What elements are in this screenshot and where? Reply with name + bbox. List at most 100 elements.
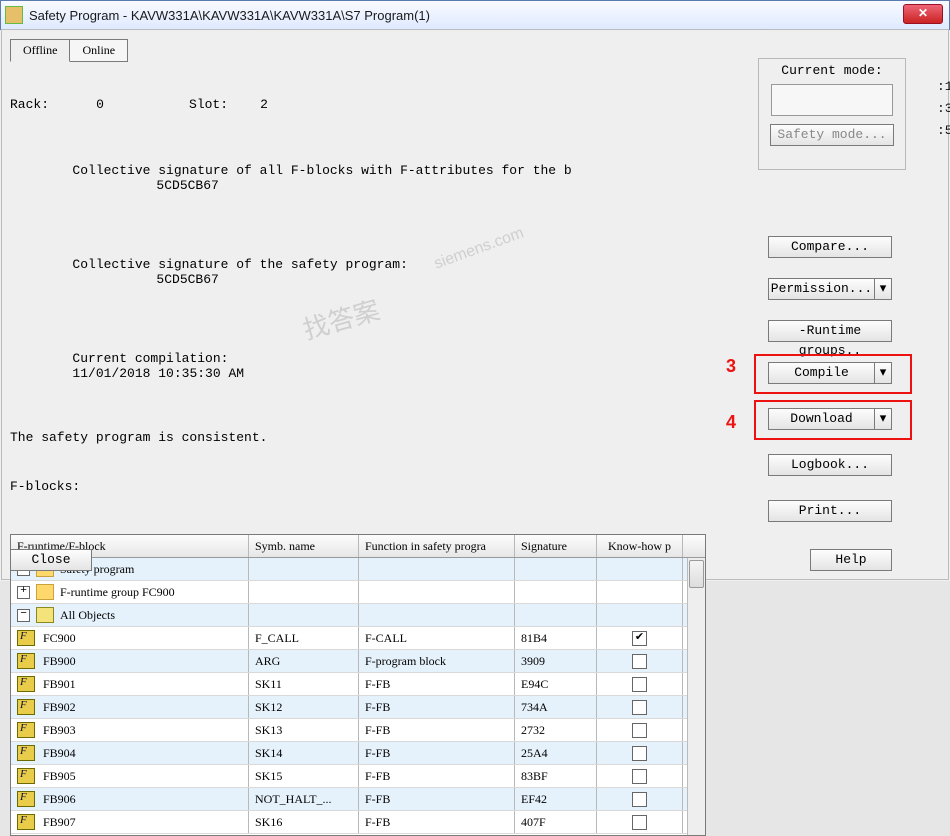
runtime-groups-button[interactable]: -Runtime groups..: [768, 320, 892, 342]
download-button[interactable]: Download▾: [768, 408, 892, 430]
signature: 3909: [515, 650, 597, 672]
permission-button[interactable]: Permission...▾: [768, 278, 892, 300]
knowhow-checkbox[interactable]: [632, 792, 647, 807]
symb-name: NOT_HALT_...: [249, 788, 359, 810]
fblock-icon: [17, 676, 35, 692]
rack-label: Rack:: [10, 97, 49, 112]
header-symname[interactable]: Symb. name: [249, 535, 359, 557]
slot-value: 2: [236, 97, 292, 112]
sig-safety-value: 5CD5CB67: [156, 272, 218, 287]
table-row[interactable]: FB906NOT_HALT_...F-FBEF42: [11, 788, 705, 811]
safety-mode-button[interactable]: Safety mode...: [770, 124, 894, 146]
logbook-button[interactable]: Logbook...: [768, 454, 892, 476]
knowhow-checkbox[interactable]: [632, 746, 647, 761]
bg-line: :36 F: [937, 98, 950, 120]
window-close-icon[interactable]: ✕: [903, 4, 943, 24]
block-name: FB901: [43, 677, 76, 692]
table-row[interactable]: FB907SK16F-FB407F: [11, 811, 705, 834]
knowhow-checkbox[interactable]: [632, 654, 647, 669]
function: F-FB: [359, 811, 515, 833]
dropdown-icon[interactable]: ▾: [874, 409, 891, 429]
knowhow-checkbox[interactable]: [632, 700, 647, 715]
symb-name: SK14: [249, 742, 359, 764]
window-titlebar[interactable]: Safety Program - KAVW331A\KAVW331A\KAVW3…: [0, 0, 950, 30]
fblock-icon: [17, 814, 35, 830]
annotation-4: 4: [726, 412, 736, 433]
knowhow-checkbox[interactable]: [632, 769, 647, 784]
knowhow-checkbox[interactable]: [632, 723, 647, 738]
function: F-FB: [359, 673, 515, 695]
compare-button[interactable]: Compare...: [768, 236, 892, 258]
block-name: FB904: [43, 746, 76, 761]
header-function[interactable]: Function in safety progra: [359, 535, 515, 557]
dropdown-icon[interactable]: ▾: [874, 363, 891, 383]
folder-icon: [36, 607, 54, 623]
table-row[interactable]: FC900F_CALLF-CALL81B4✔: [11, 627, 705, 650]
signature: 407F: [515, 811, 597, 833]
fblock-icon: [17, 745, 35, 761]
table-row[interactable]: FB901SK11F-FBE94C: [11, 673, 705, 696]
symb-name: SK11: [249, 673, 359, 695]
sig-safety-label: Collective signature of the safety progr…: [72, 257, 532, 272]
grid-body: −Safety program +F-runtime group FC900 −…: [11, 558, 705, 835]
compilation-value: 11/01/2018 10:35:30 AM: [72, 366, 244, 381]
table-row[interactable]: FB903SK13F-FB2732: [11, 719, 705, 742]
table-row[interactable]: FB904 SK14F-FB25A4: [11, 742, 705, 765]
print-button[interactable]: Print...: [768, 500, 892, 522]
symb-name: ARG: [249, 650, 359, 672]
client-area: Offline Online Rack: 0 Slot: 2 Collectiv…: [1, 29, 949, 580]
window-title: Safety Program - KAVW331A\KAVW331A\KAVW3…: [29, 8, 430, 23]
sig-all-value: 5CD5CB67: [156, 178, 218, 193]
scroll-thumb[interactable]: [689, 560, 704, 588]
help-button[interactable]: Help: [810, 549, 892, 571]
header-signature[interactable]: Signature: [515, 535, 597, 557]
block-name: FC900: [43, 631, 76, 646]
signature: 25A4: [515, 742, 597, 764]
symb-name: SK15: [249, 765, 359, 787]
consistent-text: The safety program is consistent.: [10, 430, 940, 445]
table-row[interactable]: FB900ARGF-program block3909: [11, 650, 705, 673]
permission-label: Permission...: [769, 279, 874, 299]
knowhow-checkbox[interactable]: [632, 815, 647, 830]
compile-label: Compile: [769, 363, 874, 383]
download-label: Download: [769, 409, 874, 429]
app-icon: [5, 6, 23, 24]
fblocks-label: F-blocks:: [10, 479, 940, 494]
fblock-icon: [17, 630, 35, 646]
tab-online[interactable]: Online: [69, 39, 128, 62]
function: F-CALL: [359, 627, 515, 649]
function: F-FB: [359, 742, 515, 764]
tree-root-row[interactable]: −Safety program: [11, 558, 705, 581]
grid-scrollbar[interactable]: [687, 558, 705, 835]
fblocks-grid[interactable]: F-runtime/F-block Symb. name Function in…: [10, 534, 706, 836]
folder-icon: [36, 584, 54, 600]
tree-group-row[interactable]: +F-runtime group FC900: [11, 581, 705, 604]
tree-all-row[interactable]: −All Objects: [11, 604, 705, 627]
safety-program-window: Safety Program - KAVW331A\KAVW331A\KAVW3…: [0, 0, 950, 581]
background-window-fragment: :16 F :36 F :55 F: [937, 76, 950, 142]
sig-all-label: Collective signature of all F-blocks wit…: [72, 163, 571, 178]
grid-header: F-runtime/F-block Symb. name Function in…: [11, 535, 705, 558]
table-row[interactable]: FB905SK15F-FB83BF: [11, 765, 705, 788]
block-name: FB903: [43, 723, 76, 738]
signature: EF42: [515, 788, 597, 810]
knowhow-checkbox[interactable]: ✔: [632, 631, 647, 646]
expand-icon[interactable]: +: [17, 586, 30, 599]
fblock-icon: [17, 653, 35, 669]
slot-label: Slot:: [189, 97, 228, 112]
header-knowhow[interactable]: Know-how p: [597, 535, 683, 557]
fblock-icon: [17, 699, 35, 715]
fblock-icon: [17, 768, 35, 784]
tab-offline[interactable]: Offline: [10, 39, 70, 62]
bg-line: :55 F: [937, 120, 950, 142]
current-mode-field: [771, 84, 893, 116]
block-name: FB906: [43, 792, 76, 807]
dropdown-icon[interactable]: ▾: [874, 279, 891, 299]
knowhow-checkbox[interactable]: [632, 677, 647, 692]
current-mode-group: Current mode: Safety mode...: [758, 58, 906, 170]
collapse-icon[interactable]: −: [17, 609, 30, 622]
close-button[interactable]: Close: [10, 549, 92, 571]
compile-button[interactable]: Compile▾: [768, 362, 892, 384]
table-row[interactable]: FB902SK12F-FB734A: [11, 696, 705, 719]
block-name: FB902: [43, 700, 76, 715]
